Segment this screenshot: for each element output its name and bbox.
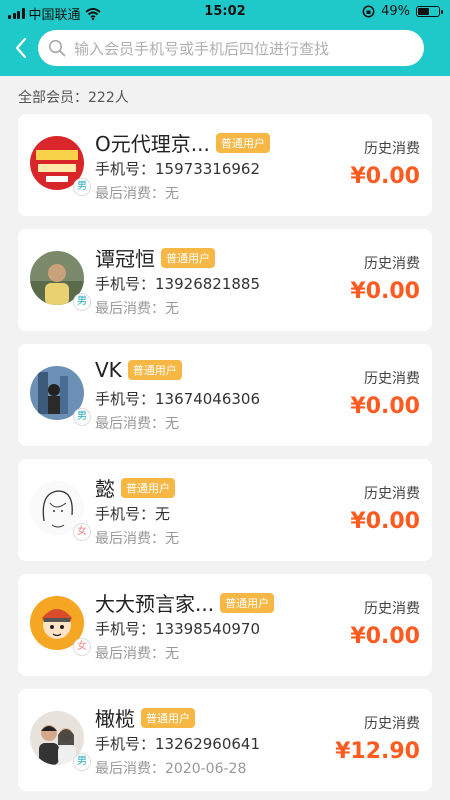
- history-amount: ¥0.00: [350, 164, 420, 189]
- member-name: 橄榄: [95, 707, 135, 731]
- gender-badge: 女: [73, 523, 91, 541]
- member-last-purchase: 最后消费：无: [95, 301, 179, 317]
- member-count: 全部会员：222人: [18, 90, 129, 106]
- member-phone: 手机号：13398540970: [95, 620, 260, 638]
- member-level-badge: 普通用户: [220, 592, 275, 613]
- member-name: 懿: [95, 477, 115, 501]
- member-name: 谭冠恒: [95, 247, 155, 271]
- history-amount: ¥12.90: [335, 739, 420, 764]
- header-bar: 中国联通 15:02 49% 输入会员手机号或手机后四位进行查找: [0, 0, 450, 76]
- history-label: 历史消费: [364, 141, 420, 157]
- gender-badge: 男: [73, 408, 91, 426]
- member-name: 大大预言家...: [95, 592, 215, 616]
- gender-badge: 男: [73, 293, 91, 311]
- member-name: VK: [95, 358, 122, 382]
- member-level-badge: 普通用户: [141, 707, 195, 728]
- history-label: 历史消费: [364, 256, 420, 272]
- back-button[interactable]: [12, 36, 32, 60]
- member-level-badge: 普通用户: [121, 477, 175, 498]
- member-last-purchase: 最后消费：无: [95, 646, 179, 662]
- history-label: 历史消费: [364, 716, 420, 732]
- member-card[interactable]: 男 谭冠恒 普通用户 手机号：13926821885 最后消费：无 历史消费 ¥…: [18, 229, 432, 331]
- member-card[interactable]: 男 O元代理京... 普通用户 手机号：15973316962 最后消费：无 历…: [18, 114, 432, 216]
- search-icon: [48, 39, 66, 57]
- history-amount: ¥0.00: [350, 394, 420, 419]
- orientation-lock-icon: [362, 5, 375, 18]
- status-bar: 中国联通 15:02 49%: [0, 0, 450, 24]
- member-card[interactable]: 女 大大预言家... 普通用户 手机号：13398540970 最后消费：无 历…: [18, 574, 432, 676]
- gender-badge: 女: [73, 638, 91, 656]
- search-placeholder: 输入会员手机号或手机后四位进行查找: [74, 39, 330, 58]
- history-label: 历史消费: [364, 486, 420, 502]
- history-label: 历史消费: [364, 371, 420, 387]
- member-phone: 手机号：13262960641: [95, 735, 260, 753]
- member-phone: 手机号：13926821885: [95, 275, 260, 293]
- member-last-purchase: 最后消费：无: [95, 416, 179, 432]
- history-amount: ¥0.00: [350, 279, 420, 304]
- member-level-badge: 普通用户: [161, 247, 215, 268]
- member-level-badge: 普通用户: [215, 132, 270, 153]
- battery-percent: 49%: [381, 4, 410, 19]
- member-phone: 手机号：13674046306: [95, 390, 260, 408]
- history-amount: ¥0.00: [350, 624, 420, 649]
- history-label: 历史消费: [364, 601, 420, 617]
- member-card[interactable]: 男 橄榄 普通用户 手机号：13262960641 最后消费：2020-06-2…: [18, 689, 432, 791]
- member-last-purchase: 最后消费：无: [95, 186, 179, 202]
- gender-badge: 男: [73, 753, 91, 771]
- member-name: O元代理京...: [95, 132, 210, 156]
- member-phone: 手机号：15973316962: [95, 160, 260, 178]
- member-phone: 手机号：无: [95, 505, 171, 523]
- member-card[interactable]: 女 懿 普通用户 手机号：无 最后消费：无 历史消费 ¥0.00: [18, 459, 432, 561]
- battery-icon: [416, 6, 443, 17]
- member-level-badge: 普通用户: [127, 360, 182, 380]
- search-input[interactable]: 输入会员手机号或手机后四位进行查找: [38, 30, 424, 66]
- member-card[interactable]: 男 VK 普通用户 手机号：13674046306 最后消费：无 历史消费 ¥0…: [18, 344, 432, 446]
- gender-badge: 男: [73, 178, 91, 196]
- member-list: 男 O元代理京... 普通用户 手机号：15973316962 最后消费：无 历…: [18, 114, 432, 800]
- history-amount: ¥0.00: [350, 509, 420, 534]
- member-last-purchase: 最后消费：无: [95, 531, 179, 547]
- member-last-purchase: 最后消费：2020-06-28: [95, 761, 247, 777]
